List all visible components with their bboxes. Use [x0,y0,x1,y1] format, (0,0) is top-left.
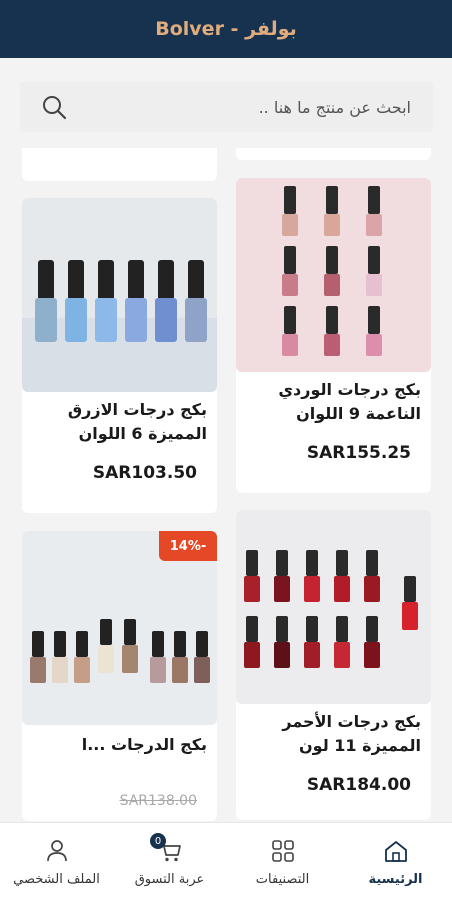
product-old-price: SAR138.00 [119,793,197,809]
product-card[interactable]: بكج درجات الازرق المميزة 6 اللوان SAR103… [22,198,217,513]
nav-label-categories: التصنيفات [255,871,310,887]
product-price: SAR184.00 [306,775,411,795]
cart-count-badge: 0 [150,833,166,849]
search-input[interactable]: ابحث عن منتج ما هنا .. [259,98,411,117]
product-price: SAR155.25 [306,443,411,463]
app-header: Bolver - بولفر [0,0,452,58]
product-image[interactable] [22,198,217,392]
product-title[interactable]: بكج درجات الوردي الناعمة 9 اللوان [246,378,421,426]
app-title: Bolver - بولفر [155,18,297,40]
product-image[interactable] [236,178,431,372]
nail-polish-red-image [244,550,418,668]
product-card-partial[interactable] [236,148,431,160]
product-price: SAR103.50 [92,463,197,483]
nav-item-home[interactable]: الرئيسية [339,823,452,900]
search-icon[interactable] [40,93,68,121]
nav-label-home: الرئيسية [368,871,423,887]
product-image[interactable] [236,510,431,704]
discount-badge: 14%- [159,531,217,561]
product-title[interactable]: بكج درجات الازرق المميزة 6 اللوان [32,398,207,446]
bottom-nav: الرئيسية التصنيفات 0 عربة التسوق الملف ا… [0,822,452,900]
search-bar[interactable]: ابحث عن منتج ما هنا .. [20,82,433,132]
product-title[interactable]: بكج درجات الأحمر المميزة 11 لون [246,710,421,758]
nav-item-profile[interactable]: الملف الشخصي [0,823,113,900]
product-card[interactable]: 14%- بكج الدرجات ...ا SAR138.00 [22,531,217,821]
nav-label-cart: عربة التسوق [134,871,205,887]
product-card-partial[interactable] [22,148,217,181]
categories-icon [271,839,294,862]
profile-icon [46,839,67,861]
nav-label-profile: الملف الشخصي [13,871,100,887]
product-card[interactable]: بكج درجات الوردي الناعمة 9 اللوان SAR155… [236,178,431,493]
nail-polish-pink-image [282,186,382,356]
nav-item-categories[interactable]: التصنيفات [226,823,339,900]
nail-polish-blue-image [22,260,217,392]
product-title[interactable]: بكج الدرجات ...ا [32,731,207,759]
product-card[interactable]: بكج درجات الأحمر المميزة 11 لون SAR184.0… [236,510,431,820]
nav-item-cart[interactable]: 0 عربة التسوق [113,823,226,900]
home-icon [384,840,407,862]
